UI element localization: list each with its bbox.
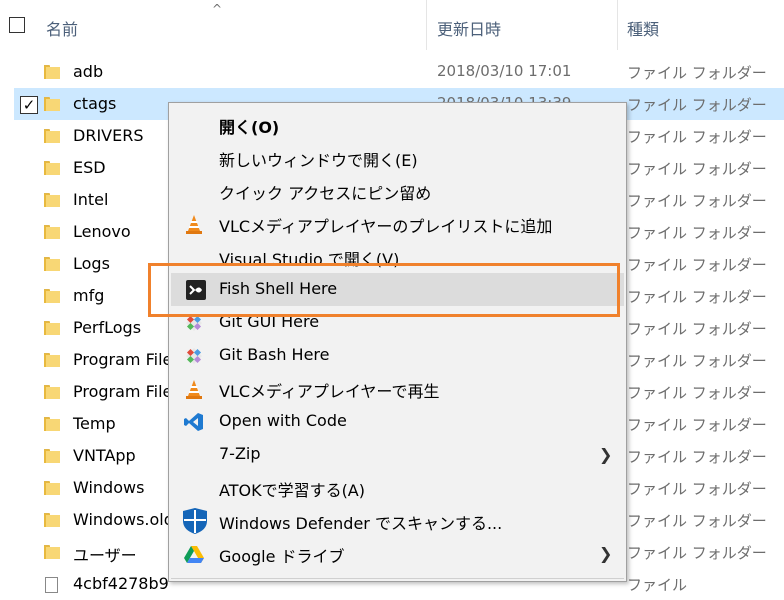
file-name: Lenovo bbox=[73, 222, 131, 241]
file-type: ファイル フォルダー bbox=[627, 192, 767, 210]
folder-icon bbox=[44, 161, 60, 175]
menu-item-vlc[interactable]: VLCメディアプレイヤーのプレイリストに追加 bbox=[169, 207, 626, 240]
vlc-cone-icon bbox=[186, 215, 202, 234]
menu-item-o[interactable]: 開く(O) bbox=[169, 108, 626, 141]
git-icon bbox=[186, 348, 202, 364]
file-type: ファイル フォルダー bbox=[627, 64, 767, 82]
row-checkbox[interactable]: ✓ bbox=[20, 96, 38, 114]
menu-item-label: 新しいウィンドウで開く(E) bbox=[219, 151, 418, 170]
menu-separator bbox=[171, 578, 624, 579]
vscode-icon bbox=[184, 413, 203, 431]
file-name: Temp bbox=[73, 414, 116, 433]
select-all-checkbox[interactable] bbox=[9, 17, 25, 33]
folder-icon bbox=[44, 321, 60, 335]
file-name: Windows.old bbox=[73, 510, 174, 529]
folder-icon bbox=[44, 513, 60, 527]
column-type-header[interactable]: 種類 bbox=[627, 16, 659, 40]
folder-icon bbox=[44, 353, 60, 367]
file-name: mfg bbox=[73, 286, 105, 305]
column-divider[interactable] bbox=[617, 0, 618, 50]
menu-item-vlc[interactable]: VLCメディアプレイヤーで再生 bbox=[169, 372, 626, 405]
file-name: ctags bbox=[73, 94, 117, 113]
folder-icon bbox=[44, 129, 60, 143]
menu-item-git-bash-here[interactable]: Git Bash Here bbox=[169, 339, 626, 372]
menu-item-label: Git Bash Here bbox=[219, 345, 330, 364]
file-name: VNTApp bbox=[73, 446, 136, 465]
file-type: ファイル フォルダー bbox=[627, 224, 767, 242]
menu-item-open-with-code[interactable]: Open with Code bbox=[169, 405, 626, 438]
file-type: ファイル フォルダー bbox=[627, 480, 767, 498]
context-menu: 開く(O) 新しいウィンドウで開く(E) クイック アクセスにピン留め VLCメディ… bbox=[168, 102, 627, 582]
file-name: 4cbf4278b9 bbox=[73, 574, 169, 593]
menu-item-label: クイック アクセスにピン留め bbox=[219, 184, 432, 203]
file-date: 2018/03/10 17:01 bbox=[437, 62, 572, 80]
vlc-cone-icon bbox=[186, 380, 202, 399]
menu-item-label: VLCメディアプレイヤーで再生 bbox=[219, 382, 440, 401]
menu-item-windows-defender[interactable]: Windows Defender でスキャンする... bbox=[169, 504, 626, 537]
column-header: 名前 ^ 更新日時 種類 bbox=[0, 0, 784, 50]
folder-icon bbox=[44, 545, 60, 559]
file-type: ファイル フォルダー bbox=[627, 352, 767, 370]
file-type: ファイル bbox=[627, 576, 688, 594]
folder-icon bbox=[44, 449, 60, 463]
menu-item-atok-a[interactable]: ATOKで学習する(A) bbox=[169, 471, 626, 504]
menu-item-google[interactable]: Google ドライブ ❯ bbox=[169, 537, 626, 570]
sort-ascending-icon: ^ bbox=[212, 2, 223, 16]
folder-icon bbox=[44, 289, 60, 303]
file-type: ファイル フォルダー bbox=[627, 160, 767, 178]
folder-icon bbox=[44, 193, 60, 207]
file-name: PerfLogs bbox=[73, 318, 142, 337]
file-type: ファイル フォルダー bbox=[627, 448, 767, 466]
folder-icon bbox=[44, 385, 60, 399]
column-divider[interactable] bbox=[426, 0, 427, 50]
folder-icon bbox=[44, 225, 60, 239]
file-name: Program Files bbox=[73, 382, 181, 401]
menu-item-label: 開く(O) bbox=[219, 118, 280, 137]
file-name: Program Files bbox=[73, 350, 181, 369]
chevron-right-icon: ❯ bbox=[599, 544, 613, 563]
file-name: DRIVERS bbox=[73, 126, 144, 145]
file-row[interactable]: adb 2018/03/10 17:01 ファイル フォルダー bbox=[0, 56, 784, 88]
annotation-highlight-box bbox=[148, 263, 620, 317]
file-icon bbox=[45, 577, 58, 593]
google-drive-icon bbox=[184, 546, 204, 563]
column-date-header[interactable]: 更新日時 bbox=[437, 16, 501, 40]
menu-item-label: Open with Code bbox=[219, 411, 347, 430]
file-type: ファイル フォルダー bbox=[627, 96, 767, 114]
file-name: adb bbox=[73, 62, 104, 81]
file-type: ファイル フォルダー bbox=[627, 128, 767, 146]
file-type: ファイル フォルダー bbox=[627, 416, 767, 434]
file-name: Intel bbox=[73, 190, 109, 209]
defender-shield-icon bbox=[183, 508, 207, 534]
chevron-right-icon: ❯ bbox=[599, 445, 613, 464]
menu-item-label: ATOKで学習する(A) bbox=[219, 481, 365, 500]
menu-item-label: Google ドライブ bbox=[219, 547, 345, 566]
file-type: ファイル フォルダー bbox=[627, 320, 767, 338]
file-type: ファイル フォルダー bbox=[627, 544, 767, 562]
file-type: ファイル フォルダー bbox=[627, 256, 767, 274]
file-name: ESD bbox=[73, 158, 106, 177]
folder-icon bbox=[44, 417, 60, 431]
folder-icon bbox=[44, 257, 60, 271]
file-name: Logs bbox=[73, 254, 110, 273]
menu-item-label: VLCメディアプレイヤーのプレイリストに追加 bbox=[219, 217, 553, 236]
menu-item-label: Windows Defender でスキャンする... bbox=[219, 514, 503, 533]
folder-icon bbox=[44, 97, 60, 111]
menu-item-7-zip[interactable]: 7-Zip ❯ bbox=[169, 438, 626, 471]
file-type: ファイル フォルダー bbox=[627, 288, 767, 306]
menu-item-label: 7-Zip bbox=[219, 444, 261, 463]
folder-icon bbox=[44, 65, 60, 79]
menu-item-item-2[interactable]: クイック アクセスにピン留め bbox=[169, 174, 626, 207]
menu-item-e[interactable]: 新しいウィンドウで開く(E) bbox=[169, 141, 626, 174]
file-type: ファイル フォルダー bbox=[627, 384, 767, 402]
column-name-header[interactable]: 名前 bbox=[46, 16, 78, 40]
folder-icon bbox=[44, 481, 60, 495]
file-name: ユーザー bbox=[73, 546, 137, 565]
file-name: Windows bbox=[73, 478, 145, 497]
file-type: ファイル フォルダー bbox=[627, 512, 767, 530]
